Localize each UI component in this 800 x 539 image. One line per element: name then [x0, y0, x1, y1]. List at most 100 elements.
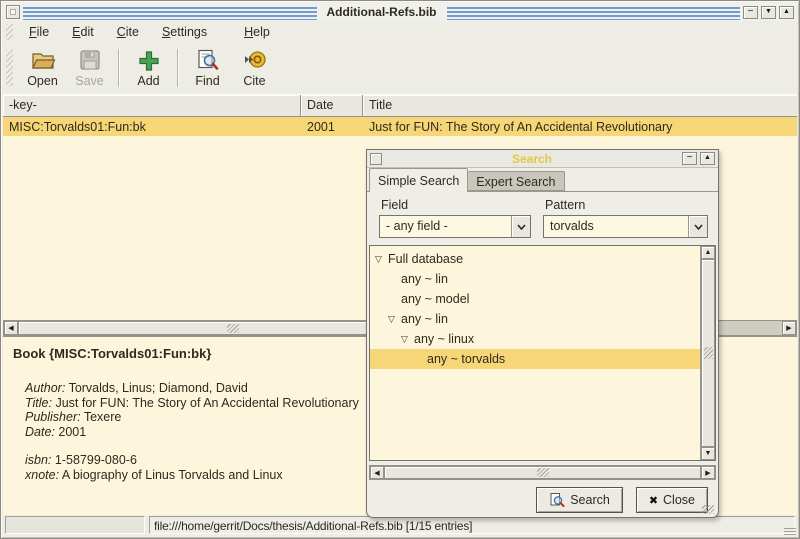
close-x-icon: ✖ [649, 494, 658, 507]
field-value: 1-58799-080-6 [55, 453, 137, 467]
scrollbar-thumb[interactable] [384, 466, 701, 479]
search-button-icon [549, 492, 565, 508]
statusbar: file:///home/gerrit/Docs/thesis/Addition… [3, 515, 797, 535]
tree-item-label: any ~ lin [401, 272, 448, 286]
field-value: Texere [84, 410, 122, 424]
app-window: Additional-Refs.bib − ▼ ▲ File Edit Cite… [0, 0, 800, 539]
tree-horizontal-scrollbar[interactable]: ◀ ▶ [369, 465, 716, 480]
column-header-key[interactable]: -key- [3, 95, 301, 116]
rollup-button[interactable]: ▼ [761, 6, 776, 19]
scroll-down-icon[interactable]: ▼ [701, 447, 715, 460]
toolbar-separator [118, 49, 120, 87]
field-value: A biography of Linus Torvalds and Linux [62, 468, 283, 482]
toolbar-drag-handle[interactable] [6, 50, 13, 86]
tree-item-selected[interactable]: any ~ torvalds [370, 349, 700, 369]
status-progress-box [5, 516, 145, 534]
scroll-up-icon[interactable]: ▲ [701, 246, 715, 259]
find-label: Find [195, 74, 219, 88]
scroll-left-icon[interactable]: ◀ [4, 321, 18, 335]
list-header: -key- Date Title [3, 94, 797, 117]
field-combo-button[interactable] [511, 216, 530, 237]
field-value: Torvalds, Linus; Diamond, David [69, 381, 248, 395]
scroll-right-icon[interactable]: ▶ [782, 321, 796, 335]
row-title: Just for FUN: The Story of An Accidental… [363, 120, 797, 134]
search-tabs: Simple Search Expert Search [367, 168, 718, 192]
thumb-grip-icon [227, 324, 239, 333]
tree-item[interactable]: any ~ lin [370, 269, 700, 289]
search-history-tree[interactable]: ▽Full database any ~ lin any ~ model ▽an… [369, 245, 716, 461]
save-label: Save [75, 74, 104, 88]
search-dialog: Search − ▲ Simple Search Expert Search F… [366, 149, 719, 518]
dialog-titlebar[interactable]: Search − ▲ [367, 150, 718, 168]
scrollbar-track[interactable] [384, 466, 701, 479]
tree-item[interactable]: any ~ model [370, 289, 700, 309]
field-label: xnote: [25, 468, 59, 482]
window-menu-icon[interactable] [6, 5, 20, 19]
menu-settings[interactable]: Settings [152, 22, 217, 42]
expander-open-icon[interactable]: ▽ [375, 254, 388, 265]
tab-expert-search[interactable]: Expert Search [468, 171, 564, 191]
save-button[interactable]: Save [66, 46, 113, 90]
row-key: MISC:Torvalds01:Fun:bk [3, 120, 301, 134]
menu-edit[interactable]: Edit [62, 22, 104, 42]
toolbar: Open Save Add [3, 43, 797, 92]
field-combo-value[interactable]: - any field - [380, 216, 511, 237]
tree-item[interactable]: ▽any ~ lin [370, 309, 700, 329]
window-menu-icon-glyph [10, 9, 16, 15]
field-combobox[interactable]: - any field - [379, 215, 531, 238]
add-label: Add [137, 74, 159, 88]
menubar-drag-handle[interactable] [6, 24, 13, 40]
window-resize-grip[interactable] [784, 528, 796, 536]
find-button[interactable]: Find [184, 46, 231, 90]
expander-open-icon[interactable]: ▽ [401, 334, 414, 345]
maximize-button[interactable]: ▲ [779, 6, 794, 19]
dialog-resize-grip[interactable] [702, 505, 714, 514]
cite-button[interactable]: Cite [231, 46, 278, 90]
plus-icon [136, 48, 162, 72]
status-text: file:///home/gerrit/Docs/thesis/Addition… [149, 516, 795, 534]
tree-item[interactable]: ▽Full database [370, 249, 700, 269]
window-titlebar[interactable]: Additional-Refs.bib − ▼ ▲ [3, 3, 797, 21]
toolbar-separator [177, 49, 179, 87]
tree-item-label: Full database [388, 252, 463, 266]
scroll-right-icon[interactable]: ▶ [701, 466, 715, 479]
thumb-grip-icon [704, 347, 713, 359]
dialog-maximize-button[interactable]: ▲ [700, 152, 715, 165]
expander-open-icon[interactable]: ▽ [388, 314, 401, 325]
list-row-selected[interactable]: MISC:Torvalds01:Fun:bk 2001 Just for FUN… [3, 117, 797, 137]
menu-cite[interactable]: Cite [107, 22, 149, 42]
tree-item-label: any ~ model [401, 292, 469, 306]
dialog-title: Search [385, 152, 679, 166]
column-header-title[interactable]: Title [363, 95, 797, 116]
tree-vertical-scrollbar[interactable]: ▲ ▼ [700, 246, 715, 460]
column-header-date[interactable]: Date [301, 95, 363, 116]
minimize-button[interactable]: − [743, 6, 758, 19]
menubar: File Edit Cite Settings Help [3, 21, 797, 43]
tree-item-label: any ~ torvalds [427, 352, 505, 366]
scrollbar-thumb[interactable] [701, 259, 715, 447]
search-button[interactable]: Search [536, 487, 623, 513]
dialog-minimize-button[interactable]: − [682, 152, 697, 165]
titlebar-stripes [23, 5, 317, 20]
close-button[interactable]: ✖ Close [636, 487, 708, 513]
pattern-combo-button[interactable] [688, 216, 707, 237]
tree-item-label: any ~ linux [414, 332, 474, 346]
thumb-grip-icon [537, 468, 549, 477]
scroll-left-icon[interactable]: ◀ [370, 466, 384, 479]
menu-file[interactable]: File [19, 22, 59, 42]
add-button[interactable]: Add [125, 46, 172, 90]
tab-simple-search[interactable]: Simple Search [369, 168, 468, 192]
pattern-combo-value[interactable]: torvalds [544, 216, 688, 237]
field-label: isbn: [25, 453, 51, 467]
open-label: Open [27, 74, 58, 88]
open-button[interactable]: Open [19, 46, 66, 90]
search-criteria-row: Field - any field - Pattern torvalds [367, 192, 718, 238]
dialog-menu-icon[interactable] [370, 153, 382, 165]
menu-help[interactable]: Help [234, 22, 280, 42]
pattern-combobox[interactable]: torvalds [543, 215, 708, 238]
folder-open-icon [30, 48, 56, 72]
tree-item[interactable]: ▽any ~ linux [370, 329, 700, 349]
field-label: Title: [25, 396, 52, 410]
field-label: Publisher: [25, 410, 81, 424]
pattern-combo-label: Pattern [543, 198, 708, 214]
